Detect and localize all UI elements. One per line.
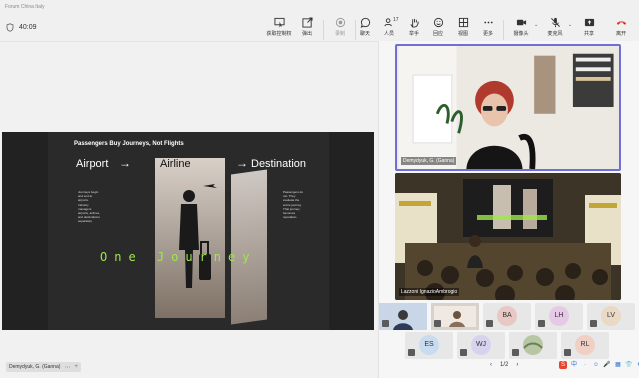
- participant-tile[interactable]: ES: [405, 332, 453, 359]
- view-button[interactable]: 视图: [450, 17, 476, 37]
- participant-avatar: BA: [497, 306, 517, 326]
- participant-avatar: ES: [419, 335, 439, 355]
- participant-tile[interactable]: LV: [587, 303, 635, 330]
- sogou-ime-icon[interactable]: S: [559, 361, 567, 369]
- previous-page-button[interactable]: ‹: [490, 362, 492, 368]
- participant-video-2[interactable]: Lazzoni IgnazioAmbrogio: [395, 173, 621, 300]
- video-frame-office: [398, 46, 618, 169]
- slide-bullets-left: Journeys begin and end at airports. Indu…: [78, 190, 101, 224]
- system-tray: S 中 · ☺ 🎤 ▦ 👕 ⚙ Ai: [559, 361, 639, 369]
- plus-icon[interactable]: +: [74, 364, 78, 370]
- react-button[interactable]: 回应: [425, 17, 451, 37]
- participant-tile[interactable]: [431, 303, 479, 330]
- shared-slide: Passengers Buy Journeys, Not Flights Air…: [2, 132, 374, 330]
- camera-icon: [516, 19, 526, 26]
- window-title: Forum China Italy: [5, 4, 45, 10]
- slide-canvas: Passengers Buy Journeys, Not Flights Air…: [48, 132, 329, 330]
- slide-bullets-right: Passengers do not. They evaluate the ent…: [283, 190, 304, 220]
- slide-word-airport: Airport: [76, 158, 109, 170]
- mic-muted-icon: [460, 349, 467, 356]
- participant-avatar: LH: [549, 306, 569, 326]
- shared-content-stage: Passengers Buy Journeys, Not Flights Air…: [0, 41, 378, 378]
- chat-button[interactable]: 聊天: [352, 17, 378, 37]
- participant-avatar: WJ: [471, 335, 491, 355]
- slide-tagline: One Journey: [100, 250, 257, 264]
- more-button[interactable]: 更多: [475, 17, 501, 37]
- participant-tile[interactable]: RL: [561, 332, 609, 359]
- slide-photo-door: [231, 169, 267, 325]
- slide-arrow-2: →: [236, 156, 248, 170]
- popout-button[interactable]: 弹出: [294, 17, 320, 37]
- participants-panel: Demydyuk, G. (Ganna) Lazzoni IgnazioAmbr…: [378, 41, 639, 378]
- ellipsis-icon: [483, 21, 493, 24]
- presenter-name-tag[interactable]: Demydyuk, G. (Ganna) ⋯ +: [6, 362, 81, 372]
- emoji-icon[interactable]: ☺: [592, 361, 600, 369]
- mic-muted-icon: [512, 349, 519, 356]
- participant-avatar: RL: [575, 335, 595, 355]
- voice-input-icon[interactable]: 🎤: [603, 361, 611, 369]
- traveler-silhouette: [179, 182, 217, 288]
- raise-hand-button[interactable]: 举手: [401, 17, 427, 37]
- participant-avatar: LV: [601, 306, 621, 326]
- next-page-button[interactable]: ›: [516, 362, 518, 368]
- popout-icon: [301, 17, 313, 28]
- page-indicator: 1/2: [500, 362, 509, 368]
- chat-icon: [360, 17, 370, 28]
- request-control-button[interactable]: 获取控制权: [266, 17, 292, 37]
- mic-options-chevron-icon[interactable]: ⌄: [568, 22, 572, 28]
- people-button[interactable]: 17 人员: [376, 17, 402, 37]
- participant-name-1: Demydyuk, G. (Ganna): [401, 157, 457, 165]
- toolbar-divider: [503, 20, 504, 40]
- participant-tile[interactable]: WJ: [457, 332, 505, 359]
- mic-muted-icon: [486, 320, 493, 327]
- more-options-icon[interactable]: ⋯: [64, 364, 70, 371]
- request-control-icon: [273, 17, 285, 28]
- video-frame-conference-room: [395, 173, 621, 300]
- share-icon: [584, 18, 594, 27]
- slide-photo-traveler: [155, 158, 225, 318]
- teams-window: Forum China Italy 40:09 获取控制权 弹出 录制 聊天 1…: [0, 0, 639, 378]
- participant-tile[interactable]: [379, 303, 427, 330]
- mic-muted-icon: [408, 349, 415, 356]
- mic-button[interactable]: 麦克风: [542, 17, 568, 37]
- hang-up-icon: [616, 21, 626, 25]
- meeting-toolbar: 40:09 获取控制权 弹出 录制 聊天 17 人员 举手 回应 视图 更多 摄…: [0, 13, 639, 41]
- shield-icon: [6, 23, 14, 32]
- participant-video-1[interactable]: Demydyuk, G. (Ganna): [395, 44, 621, 171]
- camera-button[interactable]: 摄像头: [508, 17, 534, 37]
- slide-word-destination: Destination: [251, 158, 307, 170]
- record-button[interactable]: 录制: [327, 17, 353, 37]
- people-count-badge: 17: [393, 17, 399, 23]
- mic-muted-icon: [382, 320, 389, 327]
- participant-tile[interactable]: [509, 332, 557, 359]
- participant-pager: ‹ 1/2 ›: [490, 362, 518, 368]
- record-icon: [335, 17, 345, 28]
- mic-muted-icon: [434, 320, 441, 327]
- smiley-icon: [433, 17, 443, 28]
- mic-muted-icon: [538, 320, 545, 327]
- punctuation-mode-icon[interactable]: ·: [581, 361, 589, 369]
- keyboard-icon[interactable]: ▦: [614, 361, 622, 369]
- ime-chinese-mode-icon[interactable]: 中: [570, 361, 578, 369]
- skin-icon[interactable]: 👕: [625, 361, 633, 369]
- slide-title: Passengers Buy Journeys, Not Flights: [74, 141, 184, 147]
- mic-muted-icon: [550, 17, 560, 28]
- toolbar-divider: [323, 20, 324, 40]
- presenter-name: Demydyuk, G. (Ganna): [9, 364, 61, 370]
- mic-muted-icon: [564, 349, 571, 356]
- slide-word-airline: Airline: [160, 158, 191, 170]
- slide-arrow-1: →: [119, 156, 131, 170]
- grid-view-icon: [458, 17, 468, 28]
- camera-options-chevron-icon[interactable]: ⌄: [534, 22, 538, 28]
- timer-text: 40:09: [19, 24, 37, 31]
- participant-tile[interactable]: LH: [535, 303, 583, 330]
- share-button[interactable]: 共享: [576, 17, 602, 37]
- meeting-timer: 40:09: [6, 23, 37, 32]
- raise-hand-icon: [409, 18, 419, 28]
- participant-tile[interactable]: BA: [483, 303, 531, 330]
- participant-name-2: Lazzoni IgnazioAmbrogio: [399, 288, 460, 296]
- mic-muted-icon: [590, 320, 597, 327]
- leave-button[interactable]: 离开: [608, 17, 634, 37]
